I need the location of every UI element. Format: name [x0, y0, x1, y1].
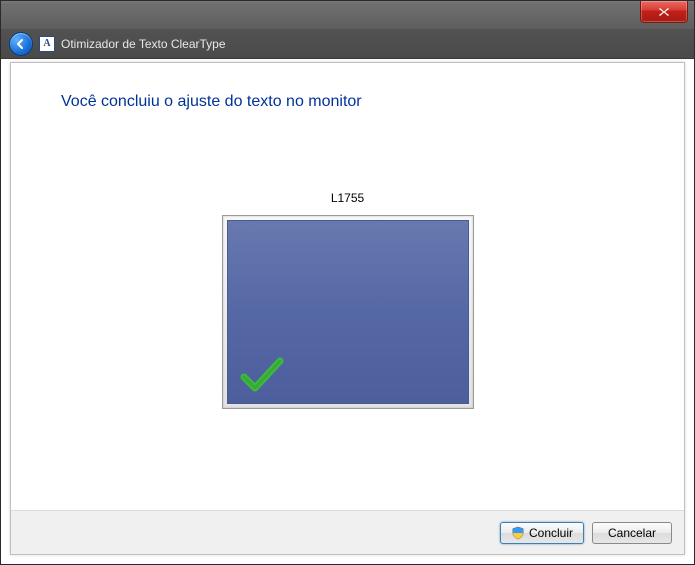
app-icon-letter: A — [43, 38, 50, 49]
back-button[interactable] — [9, 32, 33, 56]
content-panel: Você concluiu o ajuste do texto no monit… — [10, 62, 685, 555]
navbar: A Otimizador de Texto ClearType — [1, 29, 694, 59]
app-icon: A — [39, 36, 55, 52]
finish-button[interactable]: Concluir — [500, 522, 584, 544]
finish-button-label: Concluir — [529, 526, 573, 540]
shield-icon — [511, 526, 525, 540]
close-button[interactable] — [640, 1, 688, 23]
monitor-screen — [227, 220, 469, 404]
content-main: Você concluiu o ajuste do texto no monit… — [11, 63, 684, 510]
monitor-name-label: L1755 — [61, 191, 634, 205]
wizard-window: A Otimizador de Texto ClearType Você con… — [0, 0, 695, 565]
checkmark-icon — [240, 355, 284, 395]
titlebar — [1, 5, 694, 29]
arrow-left-icon — [14, 37, 28, 51]
cancel-button-label: Cancelar — [608, 526, 656, 540]
window-title: Otimizador de Texto ClearType — [61, 37, 226, 51]
close-icon — [658, 7, 670, 17]
cancel-button[interactable]: Cancelar — [592, 522, 672, 544]
monitor-area: L1755 — [61, 191, 634, 412]
page-heading: Você concluiu o ajuste do texto no monit… — [61, 93, 634, 111]
footer-bar: Concluir Cancelar — [11, 510, 684, 554]
monitor-preview — [222, 215, 474, 409]
